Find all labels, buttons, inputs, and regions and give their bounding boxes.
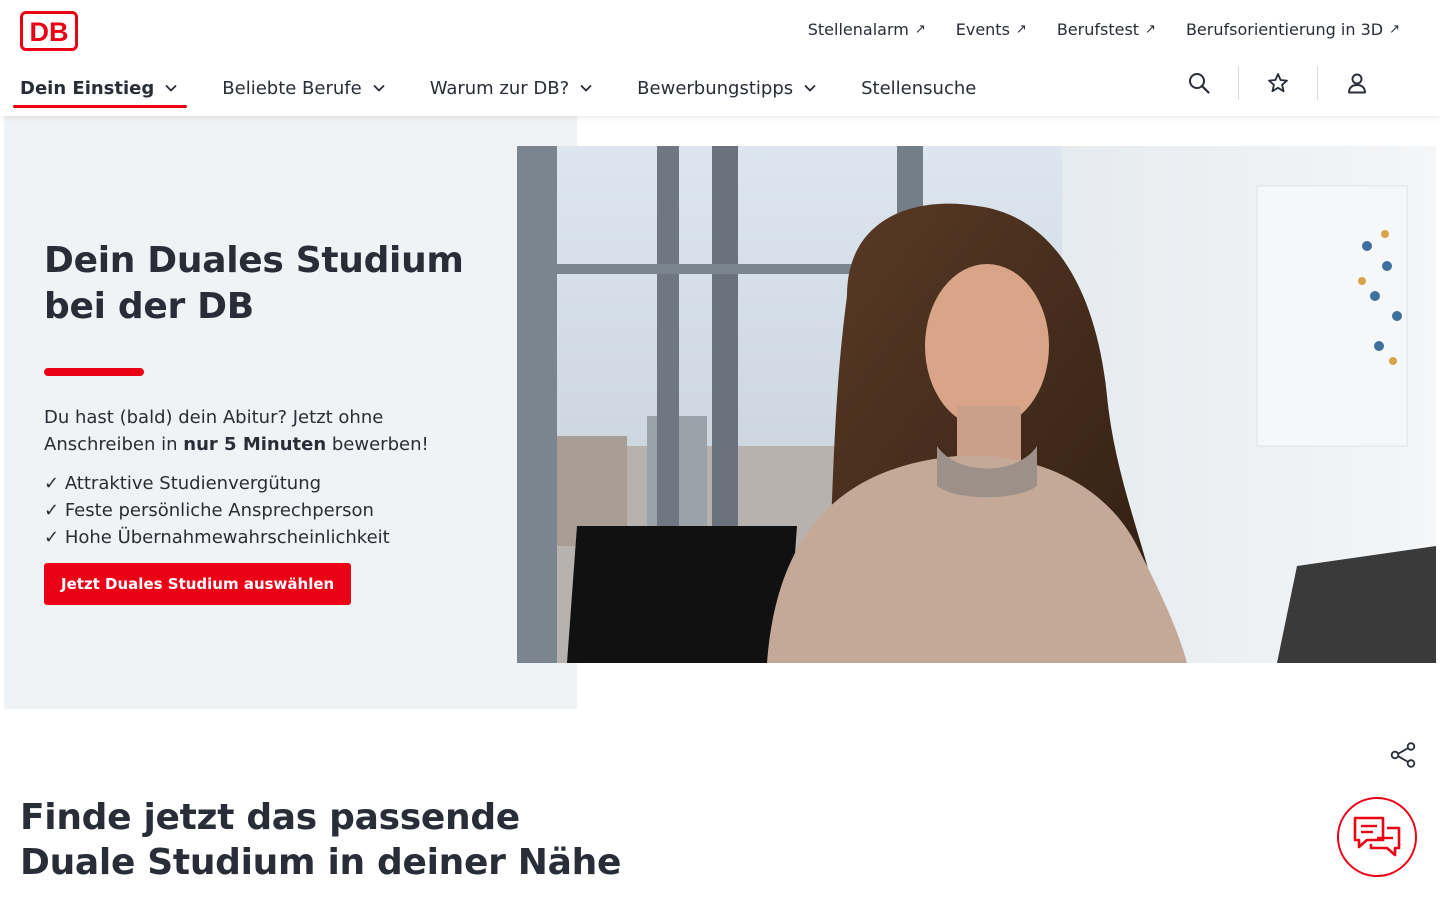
share-button[interactable]	[1388, 740, 1418, 770]
user-icon	[1348, 73, 1366, 94]
meta-link-berufstest[interactable]: Berufstest ↗	[1057, 20, 1156, 39]
benefits-list: Attraktive Studienvergütung Feste persön…	[44, 470, 484, 551]
chevron-down-icon	[373, 84, 385, 92]
external-arrow-icon: ↗	[914, 22, 926, 37]
hero-title-line1: Dein Duales Studium	[44, 240, 464, 281]
nav-item-label: Beliebte Berufe	[222, 77, 362, 99]
meta-link-label: Berufstest	[1056, 20, 1140, 39]
search-icon	[1189, 73, 1210, 94]
star-icon	[1268, 73, 1288, 93]
hero-title-line2: bei der DB	[44, 286, 254, 327]
nav-item-label: Dein Einstieg	[20, 77, 155, 99]
external-arrow-icon: ↗	[1389, 22, 1400, 37]
utility-icons	[1160, 66, 1396, 100]
hero-title: Dein Duales Studium bei der DB	[44, 238, 484, 330]
share-icon	[1390, 742, 1416, 768]
external-arrow-icon: ↗	[1145, 22, 1156, 37]
nav-item-label: Stellensuche	[861, 77, 977, 99]
chevron-down-icon	[580, 84, 592, 92]
hero-accent-bar	[44, 368, 144, 376]
nav-item-dein-einstieg[interactable]: Dein Einstieg	[12, 71, 188, 108]
nav-item-label: Warum zur DB?	[429, 77, 570, 99]
account-button[interactable]	[1318, 66, 1396, 100]
chevron-down-icon	[165, 84, 177, 92]
nav-item-bewerbungstipps[interactable]: Bewerbungstipps	[637, 71, 817, 105]
section-title-line1: Finde jetzt das passende	[20, 797, 520, 838]
hero-lead-text: Du hast (bald) dein Abitur? Jetzt ohne A…	[44, 404, 484, 458]
benefit-item: Hohe Übernahmewahrscheinlichkeit	[44, 524, 484, 551]
chat-icon	[1353, 816, 1401, 857]
section-title-line2: Duale Studium in deiner Nähe	[20, 842, 622, 883]
chat-button[interactable]	[1337, 797, 1417, 877]
hero-lead-bold: nur 5 Minuten	[183, 434, 327, 455]
nav-item-beliebte-berufe[interactable]: Beliebte Berufe	[222, 71, 385, 105]
nav-item-label: Bewerbungstipps	[637, 77, 794, 99]
meta-link-stellenalarm[interactable]: Stellenalarm ↗	[808, 20, 926, 39]
nav-item-stellensuche[interactable]: Stellensuche	[861, 71, 976, 105]
hero-photo-illustration	[517, 146, 1436, 663]
main-navigation: Dein Einstieg Beliebte Berufe Warum zur …	[12, 70, 1020, 108]
benefit-item: Attraktive Studienvergütung	[44, 470, 484, 497]
svg-text:DB: DB	[30, 17, 69, 46]
db-logo[interactable]: DB	[20, 11, 78, 51]
search-button[interactable]	[1160, 66, 1238, 100]
hero-lead-part2: bewerben!	[326, 434, 429, 455]
nav-item-warum-zur-db[interactable]: Warum zur DB?	[430, 71, 593, 105]
hero-image	[517, 146, 1436, 663]
meta-link-label: Berufsorientierung in 3D	[1185, 20, 1384, 39]
favorites-button[interactable]	[1239, 66, 1317, 100]
meta-link-events[interactable]: Events ↗	[956, 20, 1027, 39]
chevron-down-icon	[804, 84, 816, 92]
meta-link-label: Stellenalarm	[807, 20, 909, 39]
meta-link-berufsorientierung-3d[interactable]: Berufsorientierung in 3D ↗	[1186, 20, 1400, 39]
meta-link-label: Events	[955, 20, 1010, 39]
hero-content: Dein Duales Studium bei der DB Du hast (…	[44, 238, 484, 605]
section-title: Finde jetzt das passende Duale Studium i…	[20, 795, 640, 885]
meta-navigation: Stellenalarm ↗ Events ↗ Berufstest ↗ Ber…	[808, 20, 1400, 39]
external-arrow-icon: ↗	[1015, 22, 1027, 37]
select-dual-study-button[interactable]: Jetzt Duales Studium auswählen	[44, 563, 352, 605]
site-header: DB Stellenalarm ↗ Events ↗ Berufstest ↗ …	[0, 0, 1440, 116]
benefit-item: Feste persönliche Ansprechperson	[44, 497, 484, 524]
db-logo-icon: DB	[30, 17, 69, 46]
